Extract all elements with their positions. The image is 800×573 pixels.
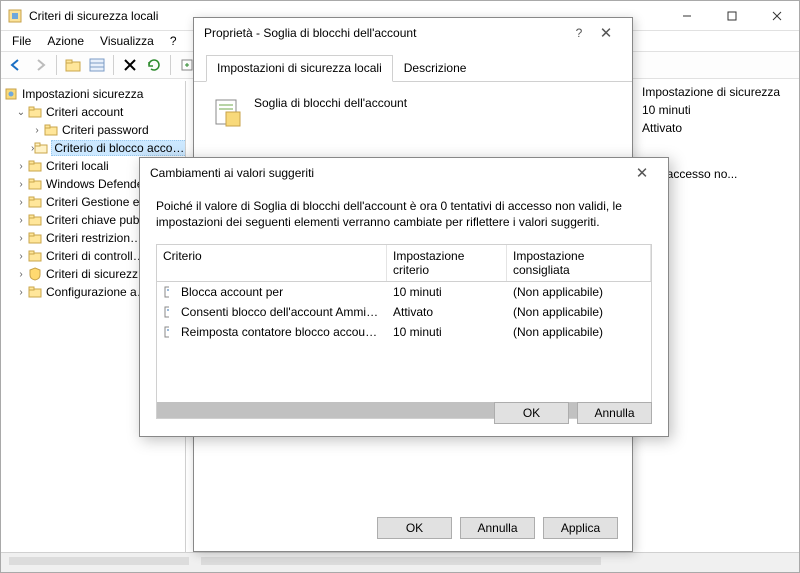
- folder-icon: [27, 230, 43, 246]
- tree-label: Criteri restrizion…: [46, 231, 142, 245]
- cell-value: Attivato: [387, 303, 507, 321]
- policy-name-label: Soglia di blocchi dell'account: [254, 96, 407, 110]
- cell-value: 10 minuti: [387, 323, 507, 341]
- minimize-button[interactable]: [664, 1, 709, 30]
- security-icon: [3, 86, 19, 102]
- tree-label: Criterio di blocco acco…: [51, 140, 185, 156]
- table-row[interactable]: Blocca account per 10 minuti (Non applic…: [157, 282, 651, 302]
- changes-table: Criterio Impostazione criterio Impostazi…: [156, 244, 652, 419]
- expand-icon[interactable]: ›: [15, 161, 27, 172]
- toolbar-divider: [170, 55, 171, 75]
- cell-criterio: Reimposta contatore blocco account do...: [175, 323, 387, 341]
- tree-label: Criteri account: [46, 105, 123, 119]
- tree-label: Criteri Gestione el…: [46, 195, 154, 209]
- column-header[interactable]: Impostazione di sicurezza: [642, 85, 791, 103]
- tree-label: Configurazione a…: [46, 285, 149, 299]
- dialog-title: Proprietà - Soglia di blocchi dell'accou…: [204, 26, 568, 40]
- dialog-titlebar: Cambiamenti ai valori suggeriti ✕: [140, 158, 668, 188]
- expand-icon[interactable]: ›: [15, 251, 27, 262]
- expand-icon[interactable]: ›: [15, 197, 27, 208]
- dialog-title: Cambiamenti ai valori suggeriti: [150, 166, 626, 180]
- folder-icon: [27, 212, 43, 228]
- tree-label: Impostazioni sicurezza: [22, 87, 143, 101]
- close-button[interactable]: [754, 1, 799, 30]
- folder-open-icon[interactable]: [62, 54, 84, 76]
- cell-recommended: (Non applicabile): [507, 303, 651, 321]
- nav-back-button[interactable]: [5, 54, 27, 76]
- help-button[interactable]: ?: [568, 26, 590, 40]
- policy-value: 10 minuti: [642, 103, 791, 121]
- tab-description[interactable]: Descrizione: [393, 55, 478, 82]
- view-list-icon[interactable]: [86, 54, 108, 76]
- policy-item-icon: [157, 323, 175, 341]
- cancel-button[interactable]: Annulla: [577, 402, 652, 424]
- tree-criteri-password[interactable]: › Criteri password: [1, 121, 185, 139]
- toolbar-divider: [56, 55, 57, 75]
- tree-label: Criteri locali: [46, 159, 109, 173]
- close-icon[interactable]: ✕: [590, 24, 622, 42]
- folder-icon: [27, 104, 43, 120]
- folder-icon: [43, 122, 59, 138]
- cell-value: 10 minuti: [387, 283, 507, 301]
- expand-icon[interactable]: ›: [31, 125, 43, 136]
- tree-criteri-blocco[interactable]: › Criterio di blocco acco…: [1, 139, 185, 157]
- menu-file[interactable]: File: [5, 33, 38, 49]
- cell-criterio: Blocca account per: [175, 283, 387, 301]
- expand-icon[interactable]: ›: [15, 179, 27, 190]
- folder-icon: [27, 158, 43, 174]
- policy-value: Attivato: [642, 121, 791, 139]
- table-row[interactable]: Consenti blocco dell'account Amministr..…: [157, 302, 651, 322]
- refresh-icon[interactable]: [143, 54, 165, 76]
- cell-criterio: Consenti blocco dell'account Amministr..…: [175, 303, 387, 321]
- policy-item-icon: [157, 303, 175, 321]
- tree-label: Criteri di sicurezz…: [46, 267, 150, 281]
- maximize-button[interactable]: [709, 1, 754, 30]
- column-consigliata[interactable]: Impostazione consigliata: [507, 245, 651, 281]
- folder-icon: [27, 248, 43, 264]
- cell-recommended: (Non applicabile): [507, 323, 651, 341]
- folder-icon: [27, 284, 43, 300]
- apply-button[interactable]: Applica: [543, 517, 618, 539]
- column-impostazione[interactable]: Impostazione criterio: [387, 245, 507, 281]
- menu-help[interactable]: ?: [163, 33, 184, 49]
- tab-local-settings[interactable]: Impostazioni di sicurezza locali: [206, 55, 393, 82]
- shield-icon: [27, 266, 43, 282]
- cell-recommended: (Non applicabile): [507, 283, 651, 301]
- policy-item-icon: [157, 283, 175, 301]
- expand-icon[interactable]: ›: [15, 233, 27, 244]
- collapse-icon[interactable]: ⌄: [15, 107, 27, 118]
- tree-label: Criteri chiave pub…: [46, 213, 151, 227]
- tree-label: Criteri password: [62, 123, 149, 137]
- expand-icon[interactable]: ›: [15, 215, 27, 226]
- dialog-message: Poiché il valore di Soglia di blocchi de…: [156, 198, 652, 230]
- expand-icon[interactable]: ›: [15, 269, 27, 280]
- tabs: Impostazioni di sicurezza locali Descriz…: [194, 48, 632, 82]
- menu-visualizza[interactable]: Visualizza: [93, 33, 161, 49]
- close-icon[interactable]: ✕: [626, 164, 658, 182]
- expand-icon[interactable]: ›: [15, 287, 27, 298]
- folder-open-icon: [34, 140, 48, 156]
- cancel-button[interactable]: Annulla: [460, 517, 535, 539]
- nav-forward-button[interactable]: [29, 54, 51, 76]
- menu-azione[interactable]: Azione: [40, 33, 91, 49]
- statusbar: [1, 552, 799, 572]
- app-icon: [7, 8, 23, 24]
- delete-button[interactable]: [119, 54, 141, 76]
- tree-root[interactable]: Impostazioni sicurezza: [1, 85, 185, 103]
- policy-icon: [212, 96, 244, 128]
- column-criterio[interactable]: Criterio: [157, 245, 387, 281]
- dialog-titlebar: Proprietà - Soglia di blocchi dell'accou…: [194, 18, 632, 48]
- tree-criteri-account[interactable]: ⌄ Criteri account: [1, 103, 185, 121]
- suggested-changes-dialog: Cambiamenti ai valori suggeriti ✕ Poiché…: [139, 157, 669, 437]
- folder-icon: [27, 194, 43, 210]
- folder-icon: [27, 176, 43, 192]
- tree-label: Criteri di controll…: [46, 249, 145, 263]
- ok-button[interactable]: OK: [377, 517, 452, 539]
- ok-button[interactable]: OK: [494, 402, 569, 424]
- toolbar-divider: [113, 55, 114, 75]
- table-row[interactable]: Reimposta contatore blocco account do...…: [157, 322, 651, 342]
